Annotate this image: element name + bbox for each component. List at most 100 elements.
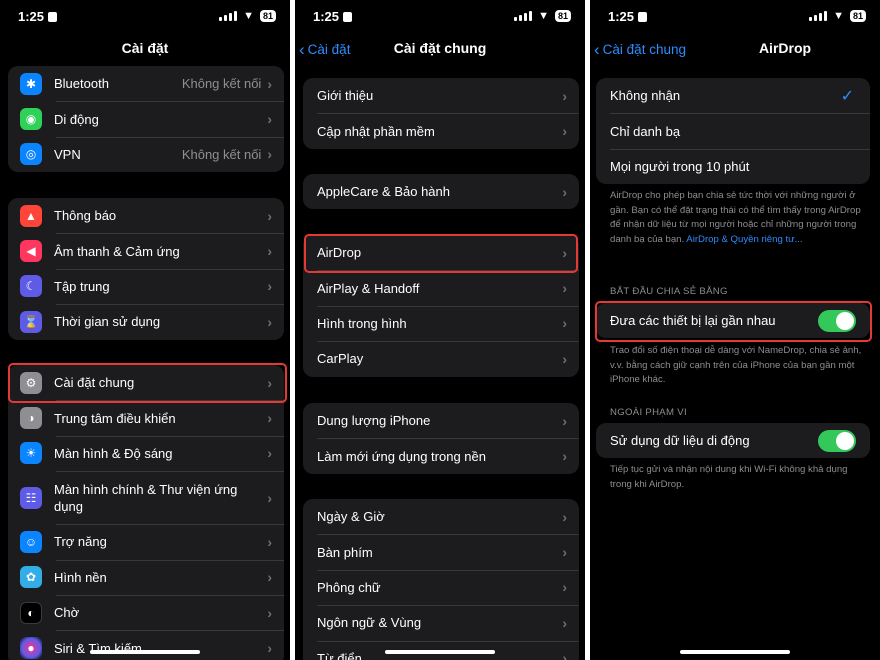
- id-badge-icon: [638, 12, 648, 22]
- cellular-signal-icon: [514, 11, 533, 21]
- battery-icon: 81: [554, 10, 571, 22]
- checkmark-icon: ✓: [840, 87, 854, 105]
- chevron-right-icon: ›: [562, 183, 567, 200]
- status-time: 1:25: [313, 9, 340, 24]
- wifi-icon: ▼: [538, 10, 549, 22]
- cellular-icon: ◉: [20, 108, 42, 131]
- notifications-group: ▲ Thông báo › ◀ Âm thanh & Cảm ứng › ☾ T…: [8, 198, 284, 340]
- accessibility-icon: ☺: [20, 530, 42, 553]
- screen-time-hourglass-icon: ⌛: [20, 310, 42, 333]
- settings-row-home-screen[interactable]: ☷ Màn hình chính & Thư viện ứng dụng ›: [8, 471, 284, 524]
- standby-icon: ◐: [20, 601, 42, 624]
- id-badge-icon: [343, 12, 353, 22]
- settings-row-focus[interactable]: ☾ Tập trung ›: [8, 268, 284, 304]
- general-row-airplay[interactable]: AirPlay & Handoff ›: [303, 270, 579, 305]
- applecare-group: AppleCare & Bảo hành ›: [303, 174, 579, 210]
- general-row-software-update[interactable]: Cập nhật phần mềm ›: [303, 113, 579, 148]
- chevron-right-icon: ›: [267, 410, 272, 427]
- general-row-language[interactable]: Ngôn ngữ & Vùng ›: [303, 605, 579, 640]
- chevron-right-icon: ›: [562, 579, 567, 596]
- use-cellular-data-row: Sử dụng dữ liệu di động: [596, 423, 870, 458]
- about-group: Giới thiệu › Cập nhật phần mềm ›: [303, 78, 579, 149]
- general-row-background-refresh[interactable]: Làm mới ứng dụng trong nền ›: [303, 438, 579, 473]
- bluetooth-icon: ✱: [20, 72, 42, 95]
- general-row-date-time[interactable]: Ngày & Giờ ›: [303, 499, 579, 534]
- page-title: Cài đặt: [121, 40, 169, 56]
- settings-row-cellular[interactable]: ◉ Di động ›: [8, 101, 284, 136]
- home-screen-grid-icon: ☷: [20, 486, 42, 509]
- brightness-sun-icon: ☀: [20, 442, 42, 465]
- option-everyone-10-min[interactable]: Mọi người trong 10 phút: [596, 148, 870, 184]
- option-receiving-off[interactable]: Không nhận ✓: [596, 78, 870, 113]
- battery-icon: 81: [849, 10, 866, 22]
- section-header-start-sharing: BẮT ĐẦU CHIA SẺ BẰNG: [610, 286, 728, 297]
- airdrop-screen: 1:25 ▼ 81 ‹ Cài đặt chung AirDrop Không n…: [590, 0, 880, 660]
- settings-row-screen-time[interactable]: ⌛ Thời gian sử dụng ›: [8, 304, 284, 339]
- airdrop-privacy-link[interactable]: AirDrop & Quyền riêng tư...: [686, 234, 802, 245]
- page-title: Cài đặt chung: [393, 40, 487, 56]
- cellular-signal-icon: [219, 11, 238, 21]
- wallpaper-flower-icon: ✿: [20, 566, 42, 589]
- settings-row-accessibility[interactable]: ☺ Trợ năng ›: [8, 524, 284, 559]
- chevron-right-icon: ›: [267, 445, 272, 462]
- status-bar: 1:25 ▼ 81: [590, 0, 880, 34]
- general-row-carplay[interactable]: CarPlay ›: [303, 341, 579, 376]
- status-time: 1:25: [608, 9, 635, 24]
- cellular-data-description: Tiếp tục gửi và nhận nội dung khi Wi-Fi …: [610, 464, 848, 490]
- general-row-applecare[interactable]: AppleCare & Bảo hành ›: [303, 174, 579, 209]
- option-contacts-only[interactable]: Chỉ danh bạ: [596, 113, 870, 148]
- general-row-fonts[interactable]: Phông chữ ›: [303, 569, 579, 605]
- general-row-pip[interactable]: Hình trong hình ›: [303, 305, 579, 341]
- chevron-right-icon: ›: [267, 243, 272, 260]
- status-bar: 1:25 ▼ 81: [295, 0, 585, 34]
- chevron-right-icon: ›: [562, 350, 567, 367]
- home-indicator: [385, 650, 495, 654]
- cellular-data-group: Sử dụng dữ liệu di động: [596, 423, 870, 459]
- chevron-right-icon: ›: [562, 544, 567, 561]
- chevron-right-icon: ›: [562, 650, 567, 660]
- settings-screen: 1:25 ▼ 81 Cài đặt ✱ Bluetooth Không kết …: [0, 0, 290, 660]
- home-indicator: [680, 650, 790, 654]
- general-row-keyboard[interactable]: Bàn phím ›: [303, 534, 579, 569]
- settings-row-siri[interactable]: ● Siri & Tìm kiếm ›: [8, 630, 284, 660]
- general-group: ⚙ Cài đặt chung › ◑ Trung tâm điều khiển…: [8, 365, 284, 660]
- highlight-bring-devices: [595, 301, 872, 342]
- use-cellular-data-toggle[interactable]: [818, 429, 856, 452]
- general-row-about[interactable]: Giới thiệu ›: [303, 78, 579, 113]
- chevron-left-icon: ‹: [594, 40, 600, 59]
- chevron-right-icon: ›: [267, 111, 272, 128]
- status-time: 1:25: [18, 9, 45, 24]
- settings-row-notifications[interactable]: ▲ Thông báo ›: [8, 198, 284, 233]
- settings-row-wallpaper[interactable]: ✿ Hình nền ›: [8, 559, 284, 595]
- general-row-storage[interactable]: Dung lượng iPhone ›: [303, 403, 579, 438]
- page-title: AirDrop: [758, 40, 812, 56]
- datetime-group: Ngày & Giờ › Bàn phím › Phông chữ › Ngôn ng…: [303, 499, 579, 660]
- section-header-out-of-range: NGOÀI PHẠM VI: [610, 407, 687, 418]
- chevron-right-icon: ›: [267, 207, 272, 224]
- chevron-right-icon: ›: [267, 278, 272, 295]
- chevron-right-icon: ›: [267, 640, 272, 657]
- settings-row-display[interactable]: ☀ Màn hình & Độ sáng ›: [8, 435, 284, 471]
- settings-row-standby[interactable]: ◐ Chờ ›: [8, 594, 284, 630]
- status-bar: 1:25 ▼ 81: [0, 0, 290, 34]
- highlight-airdrop: [304, 234, 578, 273]
- chevron-right-icon: ›: [267, 146, 272, 163]
- chevron-right-icon: ›: [267, 75, 272, 92]
- chevron-right-icon: ›: [562, 448, 567, 465]
- battery-icon: 81: [259, 10, 276, 22]
- chevron-right-icon: ›: [267, 604, 272, 621]
- general-screen: 1:25 ▼ 81 ‹ Cài đặt Cài đặt chung Giới th…: [295, 0, 585, 660]
- wifi-icon: ▼: [833, 10, 844, 22]
- settings-row-control-center[interactable]: ◑ Trung tâm điều khiển ›: [8, 400, 284, 435]
- notifications-bell-icon: ▲: [20, 204, 42, 227]
- siri-icon: ●: [20, 637, 42, 660]
- focus-moon-icon: ☾: [20, 275, 42, 298]
- home-indicator: [90, 650, 200, 654]
- id-badge-icon: [48, 12, 58, 22]
- settings-row-sounds[interactable]: ◀ Âm thanh & Cảm ứng ›: [8, 233, 284, 268]
- settings-row-bluetooth[interactable]: ✱ Bluetooth Không kết nối ›: [8, 66, 284, 101]
- sound-speaker-icon: ◀: [20, 240, 42, 263]
- cellular-signal-icon: [809, 11, 828, 21]
- chevron-right-icon: ›: [267, 533, 272, 550]
- settings-row-vpn[interactable]: ◎ VPN Không kết nối ›: [8, 136, 284, 172]
